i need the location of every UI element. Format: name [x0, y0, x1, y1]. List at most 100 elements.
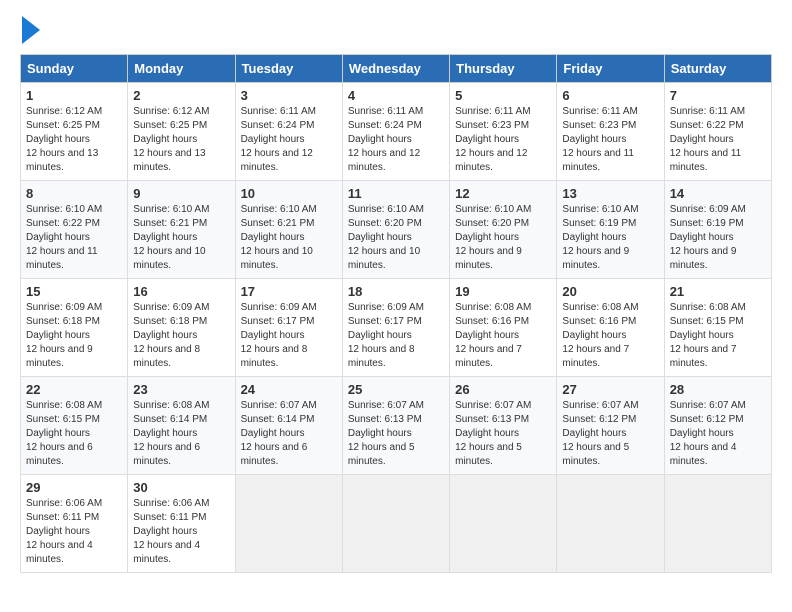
day-number: 20	[562, 284, 658, 299]
day-info: Sunrise: 6:07 AMSunset: 6:13 PMDaylight …	[348, 399, 444, 469]
calendar-table: SundayMondayTuesdayWednesdayThursdayFrid…	[20, 54, 772, 573]
day-number: 6	[562, 88, 658, 103]
day-info: Sunrise: 6:08 AMSunset: 6:16 PMDaylight …	[455, 301, 551, 371]
day-number: 11	[348, 186, 444, 201]
calendar-cell	[450, 475, 557, 573]
day-info: Sunrise: 6:11 AMSunset: 6:22 PMDaylight …	[670, 105, 766, 175]
day-number: 4	[348, 88, 444, 103]
day-info: Sunrise: 6:10 AMSunset: 6:19 PMDaylight …	[562, 203, 658, 273]
calendar-cell: 3 Sunrise: 6:11 AMSunset: 6:24 PMDaylight…	[235, 83, 342, 181]
day-number: 24	[241, 382, 337, 397]
day-info: Sunrise: 6:10 AMSunset: 6:22 PMDaylight …	[26, 203, 122, 273]
calendar-cell: 17 Sunrise: 6:09 AMSunset: 6:17 PMDayligh…	[235, 279, 342, 377]
day-info: Sunrise: 6:10 AMSunset: 6:21 PMDaylight …	[241, 203, 337, 273]
day-info: Sunrise: 6:07 AMSunset: 6:12 PMDaylight …	[670, 399, 766, 469]
day-number: 30	[133, 480, 229, 495]
day-info: Sunrise: 6:11 AMSunset: 6:24 PMDaylight …	[241, 105, 337, 175]
day-header-monday: Monday	[128, 55, 235, 83]
day-header-wednesday: Wednesday	[342, 55, 449, 83]
calendar-cell: 12 Sunrise: 6:10 AMSunset: 6:20 PMDayligh…	[450, 181, 557, 279]
calendar-cell: 22 Sunrise: 6:08 AMSunset: 6:15 PMDayligh…	[21, 377, 128, 475]
day-number: 1	[26, 88, 122, 103]
calendar-cell: 11 Sunrise: 6:10 AMSunset: 6:20 PMDayligh…	[342, 181, 449, 279]
day-info: Sunrise: 6:09 AMSunset: 6:19 PMDaylight …	[670, 203, 766, 273]
calendar-cell: 23 Sunrise: 6:08 AMSunset: 6:14 PMDayligh…	[128, 377, 235, 475]
day-number: 15	[26, 284, 122, 299]
calendar-row: 1 Sunrise: 6:12 AMSunset: 6:25 PMDaylight…	[21, 83, 772, 181]
calendar-row: 29Sunrise: 6:06 AMSunset: 6:11 PMDayligh…	[21, 475, 772, 573]
day-info: Sunrise: 6:10 AMSunset: 6:20 PMDaylight …	[348, 203, 444, 273]
day-info: Sunrise: 6:06 AMSunset: 6:11 PMDaylight …	[133, 497, 229, 567]
day-info: Sunrise: 6:10 AMSunset: 6:21 PMDaylight …	[133, 203, 229, 273]
calendar-cell: 26Sunrise: 6:07 AMSunset: 6:13 PMDayligh…	[450, 377, 557, 475]
day-info: Sunrise: 6:11 AMSunset: 6:23 PMDaylight …	[562, 105, 658, 175]
calendar-cell: 10 Sunrise: 6:10 AMSunset: 6:21 PMDayligh…	[235, 181, 342, 279]
day-info: Sunrise: 6:08 AMSunset: 6:15 PMDaylight …	[26, 399, 122, 469]
day-info: Sunrise: 6:11 AMSunset: 6:23 PMDaylight …	[455, 105, 551, 175]
day-info: Sunrise: 6:08 AMSunset: 6:15 PMDaylight …	[670, 301, 766, 371]
logo-arrow-icon	[22, 16, 40, 44]
day-info: Sunrise: 6:09 AMSunset: 6:18 PMDaylight …	[133, 301, 229, 371]
calendar-header-row: SundayMondayTuesdayWednesdayThursdayFrid…	[21, 55, 772, 83]
calendar-cell: 8 Sunrise: 6:10 AMSunset: 6:22 PMDaylight…	[21, 181, 128, 279]
day-info: Sunrise: 6:06 AMSunset: 6:11 PMDaylight …	[26, 497, 122, 567]
day-info: Sunrise: 6:12 AMSunset: 6:25 PMDaylight …	[26, 105, 122, 175]
calendar-cell: 25Sunrise: 6:07 AMSunset: 6:13 PMDayligh…	[342, 377, 449, 475]
day-info: Sunrise: 6:08 AMSunset: 6:14 PMDaylight …	[133, 399, 229, 469]
day-number: 8	[26, 186, 122, 201]
logo	[20, 20, 40, 44]
calendar-cell: 20 Sunrise: 6:08 AMSunset: 6:16 PMDayligh…	[557, 279, 664, 377]
calendar-cell	[557, 475, 664, 573]
calendar-cell: 9 Sunrise: 6:10 AMSunset: 6:21 PMDaylight…	[128, 181, 235, 279]
day-number: 3	[241, 88, 337, 103]
day-header-tuesday: Tuesday	[235, 55, 342, 83]
day-number: 12	[455, 186, 551, 201]
calendar-cell	[235, 475, 342, 573]
day-number: 21	[670, 284, 766, 299]
calendar-cell: 2 Sunrise: 6:12 AMSunset: 6:25 PMDaylight…	[128, 83, 235, 181]
day-info: Sunrise: 6:07 AMSunset: 6:12 PMDaylight …	[562, 399, 658, 469]
day-number: 13	[562, 186, 658, 201]
calendar-row: 8 Sunrise: 6:10 AMSunset: 6:22 PMDaylight…	[21, 181, 772, 279]
day-info: Sunrise: 6:08 AMSunset: 6:16 PMDaylight …	[562, 301, 658, 371]
day-header-saturday: Saturday	[664, 55, 771, 83]
calendar-cell: 24 Sunrise: 6:07 AMSunset: 6:14 PMDayligh…	[235, 377, 342, 475]
day-info: Sunrise: 6:09 AMSunset: 6:18 PMDaylight …	[26, 301, 122, 371]
day-number: 27	[562, 382, 658, 397]
calendar-cell	[664, 475, 771, 573]
day-header-thursday: Thursday	[450, 55, 557, 83]
day-number: 16	[133, 284, 229, 299]
day-number: 23	[133, 382, 229, 397]
day-info: Sunrise: 6:12 AMSunset: 6:25 PMDaylight …	[133, 105, 229, 175]
day-number: 14	[670, 186, 766, 201]
calendar-cell: 15 Sunrise: 6:09 AMSunset: 6:18 PMDayligh…	[21, 279, 128, 377]
calendar-cell: 7Sunrise: 6:11 AMSunset: 6:22 PMDaylight…	[664, 83, 771, 181]
day-number: 9	[133, 186, 229, 201]
page-header	[20, 20, 772, 44]
day-number: 10	[241, 186, 337, 201]
calendar-cell: 1 Sunrise: 6:12 AMSunset: 6:25 PMDaylight…	[21, 83, 128, 181]
day-number: 18	[348, 284, 444, 299]
day-info: Sunrise: 6:09 AMSunset: 6:17 PMDaylight …	[348, 301, 444, 371]
calendar-cell: 30 Sunrise: 6:06 AMSunset: 6:11 PMDayligh…	[128, 475, 235, 573]
day-info: Sunrise: 6:09 AMSunset: 6:17 PMDaylight …	[241, 301, 337, 371]
calendar-row: 15 Sunrise: 6:09 AMSunset: 6:18 PMDayligh…	[21, 279, 772, 377]
day-number: 2	[133, 88, 229, 103]
day-number: 22	[26, 382, 122, 397]
day-number: 17	[241, 284, 337, 299]
calendar-cell	[342, 475, 449, 573]
calendar-cell: 5 Sunrise: 6:11 AMSunset: 6:23 PMDaylight…	[450, 83, 557, 181]
calendar-cell: 29Sunrise: 6:06 AMSunset: 6:11 PMDayligh…	[21, 475, 128, 573]
day-info: Sunrise: 6:07 AMSunset: 6:14 PMDaylight …	[241, 399, 337, 469]
calendar-cell: 6 Sunrise: 6:11 AMSunset: 6:23 PMDaylight…	[557, 83, 664, 181]
day-number: 5	[455, 88, 551, 103]
calendar-cell: 19Sunrise: 6:08 AMSunset: 6:16 PMDayligh…	[450, 279, 557, 377]
calendar-cell: 27 Sunrise: 6:07 AMSunset: 6:12 PMDayligh…	[557, 377, 664, 475]
calendar-row: 22 Sunrise: 6:08 AMSunset: 6:15 PMDayligh…	[21, 377, 772, 475]
calendar-cell: 21 Sunrise: 6:08 AMSunset: 6:15 PMDayligh…	[664, 279, 771, 377]
calendar-cell: 18 Sunrise: 6:09 AMSunset: 6:17 PMDayligh…	[342, 279, 449, 377]
calendar-cell: 13 Sunrise: 6:10 AMSunset: 6:19 PMDayligh…	[557, 181, 664, 279]
day-info: Sunrise: 6:10 AMSunset: 6:20 PMDaylight …	[455, 203, 551, 273]
calendar-cell: 4Sunrise: 6:11 AMSunset: 6:24 PMDaylight…	[342, 83, 449, 181]
day-number: 28	[670, 382, 766, 397]
